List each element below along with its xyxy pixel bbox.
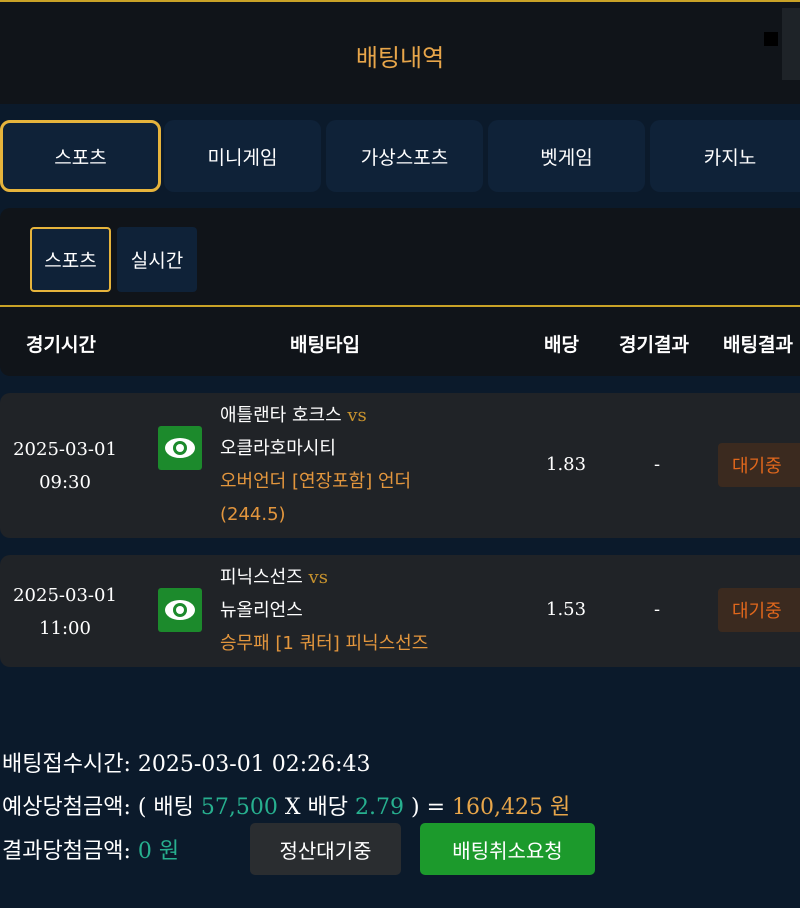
stake-amount: 57,500 xyxy=(200,795,278,820)
column-header-odds: 배당 xyxy=(544,334,579,356)
match-time: 09:30 xyxy=(39,472,91,493)
bet-list-panel: 스포츠 실시간 경기시간 배팅타입 배당 경기결과 배팅결과 xyxy=(0,208,800,376)
column-header-bet-result: 배팅결과 xyxy=(723,334,793,356)
home-team: 피닉스선즈 xyxy=(220,567,303,588)
odds-value: 1.83 xyxy=(546,454,587,475)
expected-label: 예상당첨금액: xyxy=(2,795,131,820)
total-odds: 2.79 xyxy=(355,795,405,820)
subtab-live[interactable]: 실시간 xyxy=(117,227,197,292)
bet-pick: 오버언더 [연장포함] 언더 xyxy=(220,471,412,492)
title-bar: 배팅내역 xyxy=(0,0,800,104)
result-amount-line: 결과당첨금액: 0 원 xyxy=(2,833,179,865)
status-badge: 대기중 xyxy=(718,443,800,487)
category-tabs: 스포츠 미니게임 가상스포츠 벳게임 카지노 xyxy=(0,120,800,192)
eye-icon[interactable] xyxy=(158,426,202,470)
column-header-type: 배팅타입 xyxy=(290,334,360,356)
match-result: - xyxy=(654,599,661,620)
away-team: 뉴올리언스 xyxy=(220,600,303,621)
column-header-match-result: 경기결과 xyxy=(619,334,689,356)
received-time-line: 배팅접수시간: 2025-03-01 02:26:43 xyxy=(2,746,371,778)
eye-icon[interactable] xyxy=(158,588,202,632)
scroll-strip xyxy=(782,8,800,80)
result-amount: 0 원 xyxy=(137,839,180,864)
column-header-time: 경기시간 xyxy=(26,334,96,356)
tab-virtual-sports[interactable]: 가상스포츠 xyxy=(326,120,483,192)
table-row: 2025-03-01 09:30 애틀랜타 호크스 vs 오클라호마시티 오버언… xyxy=(0,393,800,538)
received-time: 2025-03-01 02:26:43 xyxy=(137,752,371,777)
divider xyxy=(0,305,800,307)
bet-pick: 승무패 [1 쿼터] 피닉스선즈 xyxy=(220,633,429,654)
match-date: 2025-03-01 xyxy=(13,439,117,460)
expected-amount-line: 예상당첨금액: ( 배팅 57,500 X 배당 2.79 ) = 160,42… xyxy=(2,789,570,821)
subtab-sports[interactable]: 스포츠 xyxy=(30,227,111,292)
vs-label: vs xyxy=(347,405,367,426)
match-result: - xyxy=(654,454,661,475)
page-title: 배팅내역 xyxy=(355,44,445,72)
tab-minigame[interactable]: 미니게임 xyxy=(164,120,321,192)
home-team: 애틀랜타 호크스 xyxy=(220,405,342,426)
received-label: 배팅접수시간: xyxy=(2,752,131,777)
table-row: 2025-03-01 11:00 피닉스선즈 vs 뉴올리언스 승무패 [1 쿼… xyxy=(0,555,800,667)
match-datetime: 2025-03-01 11:00 xyxy=(0,579,130,645)
tab-betgame[interactable]: 벳게임 xyxy=(488,120,645,192)
times-label: X 배당 xyxy=(284,795,349,820)
odds-value: 1.53 xyxy=(546,599,587,620)
match-datetime: 2025-03-01 09:30 xyxy=(0,433,130,499)
bet-pick-line: (244.5) xyxy=(220,504,286,525)
expected-amount: 160,425 원 xyxy=(452,795,571,820)
away-team: 오클라호마시티 xyxy=(220,438,336,459)
result-label: 결과당첨금액: xyxy=(2,839,131,864)
status-badge: 대기중 xyxy=(718,588,800,632)
bet-info: 피닉스선즈 vs 뉴올리언스 승무패 [1 쿼터] 피닉스선즈 xyxy=(220,561,428,660)
vs-label: vs xyxy=(308,567,328,588)
tab-casino[interactable]: 카지노 xyxy=(650,120,800,192)
settle-pending-button[interactable]: 정산대기중 xyxy=(250,823,401,875)
expected-open: ( 배팅 xyxy=(137,795,194,820)
expected-close: ) = xyxy=(411,795,446,820)
tab-sports[interactable]: 스포츠 xyxy=(0,120,161,192)
bet-info: 애틀랜타 호크스 vs 오클라호마시티 오버언더 [연장포함] 언더 (244.… xyxy=(220,399,411,531)
match-time: 11:00 xyxy=(39,618,91,639)
cancel-bet-request-button[interactable]: 배팅취소요청 xyxy=(420,823,595,875)
close-icon[interactable] xyxy=(764,32,778,46)
match-date: 2025-03-01 xyxy=(13,585,117,606)
